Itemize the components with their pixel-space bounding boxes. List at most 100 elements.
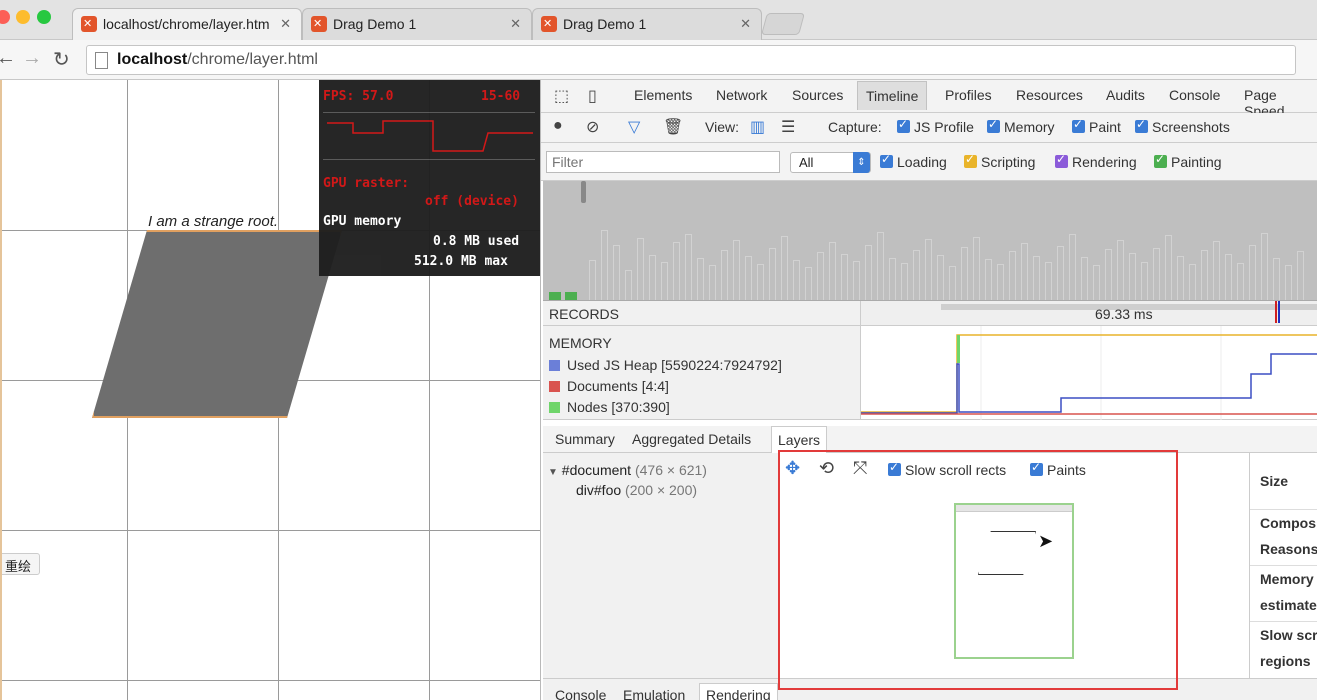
reload-icon[interactable]: ↻ — [53, 47, 70, 72]
forward-arrow-icon[interactable]: → — [22, 47, 42, 70]
overview-frame-bar — [685, 234, 692, 300]
browser-tab-drag-demo-1[interactable]: Drag Demo 1 ✕ — [302, 8, 532, 40]
memory-js-heap[interactable]: Used JS Heap [5590224:7924792] — [549, 357, 782, 373]
filter-input[interactable] — [546, 151, 780, 173]
timeline-overview[interactable] — [543, 181, 1317, 301]
tab-summary[interactable]: Summary — [555, 431, 615, 447]
prop-reasons: Reasons — [1260, 541, 1317, 557]
url-path: /chrome/layer.html — [187, 51, 318, 68]
reset-transform-icon[interactable]: ⤧ — [853, 458, 867, 479]
overview-frame-bar — [625, 270, 632, 300]
pan-mode-icon[interactable]: ✥ — [785, 458, 800, 479]
browser-tab-drag-demo-2[interactable]: Drag Demo 1 ✕ — [532, 8, 762, 40]
tab-sources[interactable]: Sources — [792, 87, 843, 103]
drawer-tab-console[interactable]: Console — [555, 687, 606, 700]
checkbox-icon — [1154, 152, 1167, 168]
repaint-button[interactable]: 重绘 — [2, 553, 41, 575]
category-loading[interactable]: Loading — [880, 152, 947, 170]
tab-aggregated-details[interactable]: Aggregated Details — [632, 431, 751, 447]
category-rendering[interactable]: Rendering — [1055, 152, 1137, 170]
checkbox-icon — [880, 152, 893, 168]
timeline-controls: ● ⊘ ▽ 🗑 View: ▥ ☰ Capture: JS Profile Me… — [541, 113, 1317, 143]
tab-close-icon[interactable]: ✕ — [740, 9, 751, 39]
prop-regions: regions — [1260, 653, 1311, 669]
capture-paint[interactable]: Paint — [1072, 117, 1121, 135]
shape-caption: I am a strange root. — [148, 213, 279, 230]
overview-frame-bar — [1225, 254, 1232, 300]
page-viewport: I am a strange root. 重绘 FPS: 57.0 15-60 … — [0, 80, 540, 700]
overview-frame-bar — [721, 250, 728, 300]
overview-frame-bar — [1249, 245, 1256, 300]
layer-document-rect[interactable] — [954, 503, 1074, 659]
expand-triangle-icon[interactable]: ▼ — [548, 467, 558, 478]
checkbox-label: Loading — [897, 154, 947, 170]
tab-elements[interactable]: Elements — [634, 87, 692, 103]
rotate-mode-icon[interactable]: ⟲ — [819, 458, 834, 479]
overview-frame-bar — [601, 230, 608, 300]
filter-type-select[interactable]: All ⇕ — [790, 152, 871, 173]
layer-node-div-foo[interactable]: div#foo (200 × 200) — [576, 482, 697, 498]
tab-close-icon[interactable]: ✕ — [510, 9, 521, 39]
flame-view-icon[interactable]: ☰ — [781, 117, 795, 137]
address-bar[interactable]: localhost/chrome/layer.html — [86, 45, 1296, 75]
close-window-button[interactable] — [0, 10, 10, 24]
drawer-tab-emulation[interactable]: Emulation — [623, 687, 685, 700]
tab-close-icon[interactable]: ✕ — [280, 9, 291, 39]
gpu-memory-label: GPU memory — [323, 214, 402, 229]
capture-js-profile[interactable]: JS Profile — [897, 117, 974, 135]
tab-console[interactable]: Console — [1169, 87, 1220, 103]
capture-screenshots[interactable]: Screenshots — [1135, 117, 1230, 135]
capture-memory[interactable]: Memory — [987, 117, 1055, 135]
tab-profiles[interactable]: Profiles — [945, 87, 992, 103]
overview-frame-bar — [1297, 251, 1304, 300]
minimize-window-button[interactable] — [16, 10, 30, 24]
overview-selection-handle[interactable] — [581, 181, 586, 203]
tab-layers[interactable]: Layers — [771, 426, 828, 453]
tab-timeline[interactable]: Timeline — [857, 81, 928, 110]
maximize-window-button[interactable] — [37, 10, 51, 24]
bar-view-icon[interactable]: ▥ — [750, 117, 765, 137]
overview-frame-bar — [1153, 248, 1160, 300]
overview-frame-bar — [1021, 243, 1028, 300]
timeline-ruler[interactable]: 69.33 ms — [861, 301, 1317, 326]
clear-icon[interactable]: ⊘ — [586, 117, 599, 137]
new-tab-button[interactable] — [761, 13, 805, 35]
layer-node-name: div#foo — [576, 482, 622, 498]
record-icon[interactable]: ● — [553, 117, 563, 135]
overview-frame-bar — [889, 258, 896, 300]
url-text: localhost/chrome/layer.html — [117, 51, 318, 69]
checkbox-label: Screenshots — [1152, 119, 1230, 135]
xampp-favicon-icon — [81, 9, 97, 39]
tab-audits[interactable]: Audits — [1106, 87, 1145, 103]
browser-tab-layer[interactable]: localhost/chrome/layer.htm ✕ — [72, 8, 302, 40]
back-arrow-icon[interactable]: ← — [0, 47, 16, 70]
tab-resources[interactable]: Resources — [1016, 87, 1083, 103]
slow-scroll-rects-toggle[interactable]: Slow scroll rects — [888, 460, 1007, 478]
gpu-raster-state: off (device) — [425, 194, 519, 209]
memory-nodes[interactable]: Nodes [370:390] — [549, 399, 670, 415]
fps-value: FPS: 57.0 — [323, 89, 394, 104]
browser-toolbar: ← → ↻ localhost/chrome/layer.html — [0, 40, 1317, 80]
category-scripting[interactable]: Scripting — [964, 152, 1035, 170]
prop-estimate: estimate — [1260, 597, 1317, 613]
overview-frame-bar — [769, 248, 776, 300]
checkbox-label: Slow scroll rects — [905, 462, 1007, 478]
paints-toggle[interactable]: Paints — [1030, 460, 1086, 478]
device-mode-icon[interactable]: ▯ — [588, 86, 597, 106]
memory-documents[interactable]: Documents [4:4] — [549, 378, 669, 394]
fps-meter-hud: FPS: 57.0 15-60 GPU raster: off (device)… — [319, 80, 540, 276]
drawer-tab-rendering[interactable]: Rendering — [699, 683, 778, 700]
overview-frame-bar — [1177, 256, 1184, 300]
checkbox-label: Rendering — [1072, 154, 1137, 170]
filter-icon[interactable]: ▽ — [628, 117, 640, 137]
overview-frame-bar — [949, 266, 956, 300]
inspect-element-icon[interactable]: ⬚ — [554, 86, 569, 106]
layer-node-document[interactable]: ▼ #document (476 × 621) — [548, 462, 707, 478]
memory-chart — [861, 326, 1317, 420]
select-arrows-icon: ⇕ — [853, 152, 870, 173]
trash-icon[interactable]: 🗑 — [663, 117, 683, 137]
skewed-root-shape — [92, 230, 342, 418]
legend-swatch — [549, 402, 560, 413]
category-painting[interactable]: Painting — [1154, 152, 1222, 170]
tab-network[interactable]: Network — [716, 87, 767, 103]
